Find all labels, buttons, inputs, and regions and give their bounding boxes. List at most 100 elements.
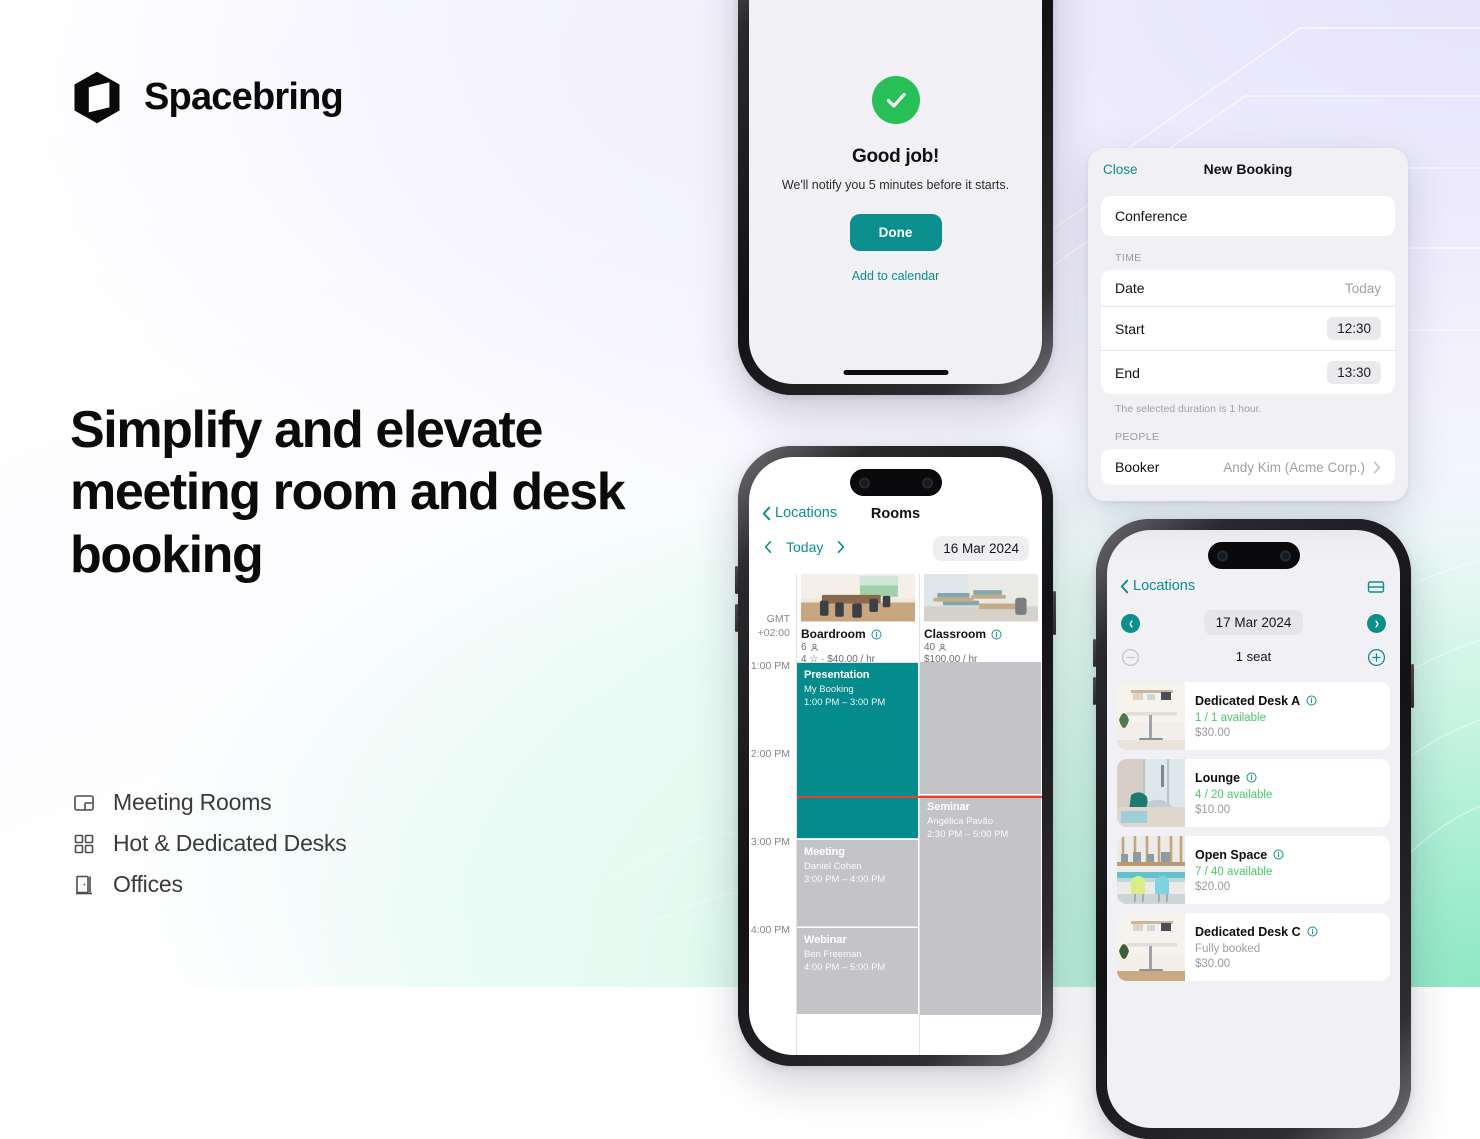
desk-info: Dedicated Desk A 1 / 1 available $30.00 [1185, 682, 1327, 750]
event-person: Angélica Pavão [927, 816, 994, 827]
feature-list: Meeting Rooms Hot & Dedicated Desks Offi… [72, 789, 347, 898]
desk-price: $10.00 [1195, 803, 1231, 816]
volume-up-button[interactable] [735, 566, 738, 594]
spacebring-cube-logo-icon [74, 71, 120, 124]
desk-price: $30.00 [1195, 726, 1231, 739]
front-camera-icon [858, 477, 870, 488]
info-circle-icon[interactable] [1307, 926, 1318, 937]
classroom-photo [924, 574, 1038, 624]
desk-c-photo [1117, 913, 1185, 981]
checkmark-circle-icon [871, 76, 920, 124]
end-time-row[interactable]: End 13:30 [1101, 350, 1395, 394]
room-column-classroom: Classroom 40 $100.00 / hr Seminar Angéli… [919, 574, 1042, 1055]
confirmation-content: Good job! We'll notify you 5 minutes bef… [749, 76, 1042, 283]
volume-up-button[interactable] [1093, 639, 1096, 667]
rooms-date-pill[interactable]: 16 Mar 2024 [933, 536, 1029, 561]
date-row[interactable]: Date Today [1101, 270, 1395, 306]
desk-name: Dedicated Desk C [1195, 924, 1301, 939]
calendar-event[interactable]: Webinar Ben Freeman 4:00 PM – 5:00 PM [797, 928, 918, 1014]
hour-label: 1:00 PM [750, 660, 790, 672]
room-header[interactable]: Boardroom 6 4 ☆ · $40.00 / hr [797, 574, 919, 665]
end-time-value[interactable]: 13:30 [1327, 361, 1381, 384]
hour-label: 2:00 PM [750, 748, 790, 760]
power-button[interactable] [1411, 664, 1414, 708]
rooms-date-bar: Today 16 Mar 2024 [749, 536, 1042, 565]
next-day-button[interactable] [1367, 614, 1386, 633]
lounge-photo [1117, 759, 1185, 827]
list-item[interactable]: Dedicated Desk C Fully booked $30.00 [1117, 913, 1390, 981]
resource-field[interactable]: Conference [1101, 196, 1395, 236]
home-indicator [843, 370, 948, 375]
face-id-sensor-icon [921, 477, 933, 488]
room-header[interactable]: Classroom 40 $100.00 / hr [920, 574, 1042, 665]
next-day-icon[interactable] [837, 540, 845, 554]
close-button[interactable]: Close [1103, 162, 1138, 177]
openspace-photo [1117, 836, 1185, 904]
prev-day-icon[interactable] [764, 540, 772, 554]
person-icon [810, 643, 818, 652]
plus-circle-icon[interactable] [1367, 648, 1386, 667]
list-item[interactable]: Open Space 7 / 40 available $20.00 [1117, 836, 1390, 904]
desk-name: Open Space [1195, 847, 1268, 862]
busy-block [920, 662, 1041, 794]
feature-label: Offices [113, 871, 183, 897]
desk-availability: Fully booked [1195, 942, 1261, 955]
calendar-event[interactable]: Presentation My Booking 1:00 PM – 3:00 P… [797, 663, 918, 838]
boardroom-photo [801, 574, 915, 624]
meeting-room-icon [74, 794, 94, 811]
seat-count-label: 1 seat [1235, 649, 1272, 664]
prev-day-button[interactable] [1121, 614, 1140, 633]
feature-label: Meeting Rooms [113, 789, 272, 815]
event-time: 1:00 PM – 3:00 PM [804, 696, 886, 708]
brand-logo: Spacebring [71, 70, 344, 125]
feature-item-desks: Hot & Dedicated Desks [72, 830, 347, 857]
desk-list: Dedicated Desk A 1 / 1 available $30.00 [1117, 682, 1390, 1128]
start-time-value[interactable]: 12:30 [1327, 317, 1381, 340]
info-circle-icon[interactable] [991, 628, 1002, 640]
feature-item-offices: Offices [72, 871, 347, 898]
info-circle-icon[interactable] [1273, 849, 1284, 860]
calendar-event[interactable]: Meeting Daniel Cohen 3:00 PM – 4:00 PM [797, 840, 918, 926]
booking-card-header: Close New Booking [1088, 161, 1408, 185]
phone-confirmation-mockup: Good job! We'll notify you 5 minutes bef… [738, 0, 1053, 395]
event-person: Daniel Cohen [804, 861, 862, 872]
today-button[interactable]: Today [786, 539, 823, 555]
event-time: 2:30 PM – 5:00 PM [927, 828, 1009, 840]
info-circle-icon[interactable] [1246, 772, 1257, 783]
row-label: End [1115, 364, 1140, 381]
event-time: 4:00 PM – 5:00 PM [804, 961, 886, 973]
start-time-row[interactable]: Start 12:30 [1101, 306, 1395, 350]
confirmation-screen: Good job! We'll notify you 5 minutes bef… [749, 0, 1042, 384]
calendar-event[interactable]: Seminar Angélica Pavão 2:30 PM – 5:00 PM [920, 795, 1041, 1015]
booker-value: Andy Kim (Acme Corp.) [1223, 459, 1365, 475]
desks-date-pill[interactable]: 17 Mar 2024 [1203, 610, 1304, 635]
done-button[interactable]: Done [849, 214, 942, 251]
new-booking-card: Close New Booking Conference TIME Date T… [1088, 148, 1408, 501]
power-button[interactable] [1053, 591, 1056, 635]
add-to-calendar-link[interactable]: Add to calendar [749, 269, 1042, 283]
desk-availability: 7 / 40 available [1195, 865, 1273, 878]
list-item[interactable]: Dedicated Desk A 1 / 1 available $30.00 [1117, 682, 1390, 750]
desk-title-row: Dedicated Desk A [1195, 694, 1317, 708]
desk-info: Open Space 7 / 40 available $20.00 [1185, 836, 1294, 904]
event-title: Webinar [804, 934, 847, 946]
rooms-title: Rooms [870, 506, 921, 522]
back-to-locations-button[interactable]: Locations [1120, 578, 1195, 594]
timezone-line-1: GMT [766, 613, 790, 625]
info-circle-icon[interactable] [871, 628, 882, 640]
desk-a-photo [1117, 682, 1185, 750]
room-name: Classroom [924, 627, 987, 641]
booker-row[interactable]: Booker Andy Kim (Acme Corp.) [1101, 449, 1395, 485]
list-item[interactable]: Lounge 4 / 20 available $10.00 [1117, 759, 1390, 827]
info-circle-icon[interactable] [1306, 695, 1317, 706]
capacity-value: 6 [801, 642, 807, 653]
desk-availability: 4 / 20 available [1195, 788, 1273, 801]
volume-down-button[interactable] [735, 604, 738, 632]
timezone-label: GMT +02:00 [758, 612, 790, 640]
row-label: Start [1115, 320, 1145, 337]
desk-availability: 1 / 1 available [1195, 711, 1266, 724]
row-label: Date [1115, 280, 1145, 296]
volume-down-button[interactable] [1093, 677, 1096, 705]
desk-info: Lounge 4 / 20 available $10.00 [1185, 759, 1282, 827]
layout-rows-icon[interactable] [1366, 577, 1386, 597]
